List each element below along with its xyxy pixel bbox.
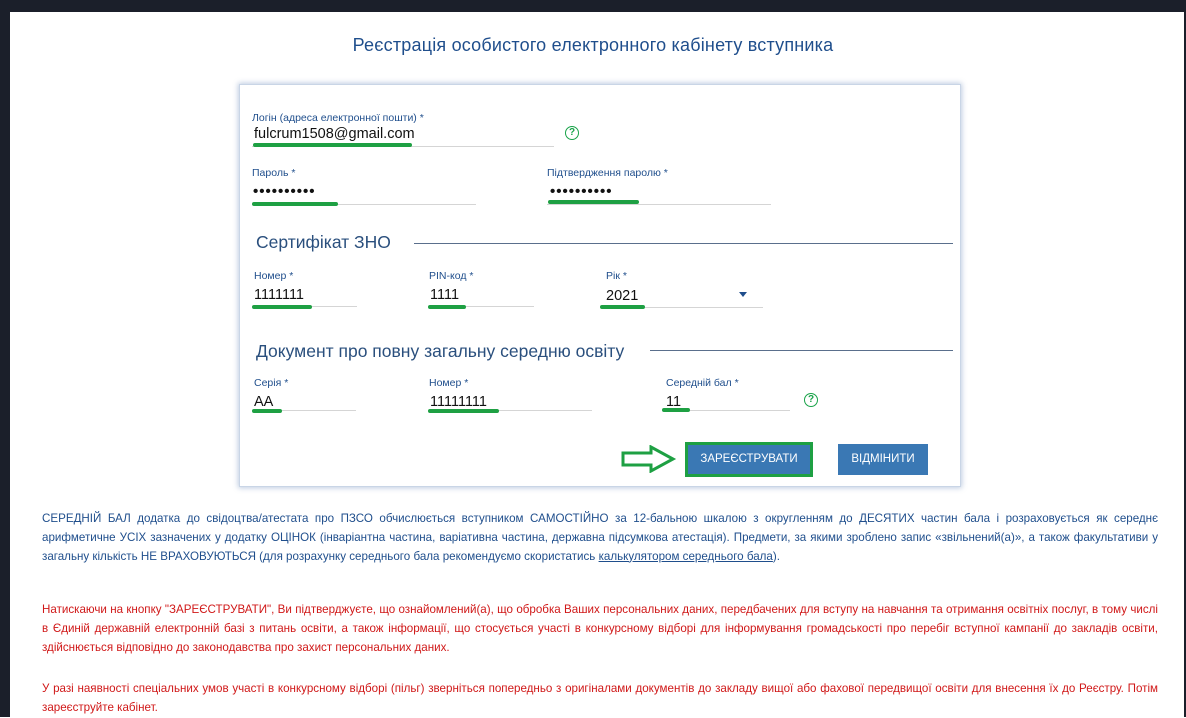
gpa-label: Середній бал * xyxy=(666,377,739,389)
education-document-section-rule xyxy=(650,350,953,351)
login-input[interactable]: fulcrum1508@gmail.com xyxy=(254,126,415,142)
login-highlight xyxy=(253,143,412,147)
page-title: Реєстрація особистого електронного кабін… xyxy=(352,35,834,55)
certificate-number-label: Номер * xyxy=(254,270,294,282)
gpa-note-end: ). xyxy=(772,549,780,563)
password-highlight xyxy=(252,202,338,206)
certificate-number-input[interactable]: 1111111 xyxy=(254,287,304,303)
document-number-label: Номер * xyxy=(429,377,469,389)
series-highlight xyxy=(252,409,282,413)
password-confirm-label: Підтвердження паролю * xyxy=(547,167,668,179)
certificate-heading: Сертифікат ЗНО xyxy=(256,232,391,252)
pin-label: PIN-код * xyxy=(429,270,474,282)
login-help-icon[interactable]: ? xyxy=(565,126,579,140)
year-select[interactable]: 2021 xyxy=(606,288,638,304)
password-input[interactable]: •••••••••• xyxy=(253,183,316,200)
login-label: Логін (адреса електронної пошти) * xyxy=(252,112,424,124)
year-label: Рік * xyxy=(606,270,627,282)
window-frame-left xyxy=(0,0,10,717)
chevron-down-icon[interactable] xyxy=(739,292,747,297)
gpa-help-icon[interactable]: ? xyxy=(804,393,818,407)
consent-note: Натискаючи на кнопку "ЗАРЕЄСТРУВАТИ", Ви… xyxy=(42,603,1158,654)
series-input[interactable]: АА xyxy=(254,394,273,410)
arrow-right-icon xyxy=(621,445,677,473)
series-label: Серія * xyxy=(254,377,289,389)
pin-input[interactable]: 1111 xyxy=(430,287,459,303)
pin-highlight xyxy=(428,305,466,309)
cancel-button[interactable]: ВІДМІНИТИ xyxy=(838,444,928,475)
password-confirm-input[interactable]: •••••••••• xyxy=(550,183,613,200)
gpa-calculator-link[interactable]: калькулятором середнього бала xyxy=(599,550,773,563)
education-document-heading: Документ про повну загальну середню осві… xyxy=(256,341,625,361)
password-confirm-underline xyxy=(547,204,771,205)
year-highlight xyxy=(600,305,645,309)
register-button[interactable]: ЗАРЕЄСТРУВАТИ xyxy=(685,442,813,477)
document-number-input[interactable]: 11111111 xyxy=(430,394,487,410)
special-conditions-note: У разі наявності спеціальних умов участі… xyxy=(42,682,1158,714)
gpa-highlight xyxy=(662,408,690,412)
gpa-info-note: СЕРЕДНІЙ БАЛ додатка до свідоцтва/атеста… xyxy=(42,510,1158,566)
window-frame-top xyxy=(0,0,1186,12)
certificate-section-rule xyxy=(414,243,953,244)
password-confirm-highlight xyxy=(548,200,639,204)
certificate-number-highlight xyxy=(252,305,312,309)
password-label: Пароль * xyxy=(252,167,296,179)
document-number-highlight xyxy=(428,409,499,413)
